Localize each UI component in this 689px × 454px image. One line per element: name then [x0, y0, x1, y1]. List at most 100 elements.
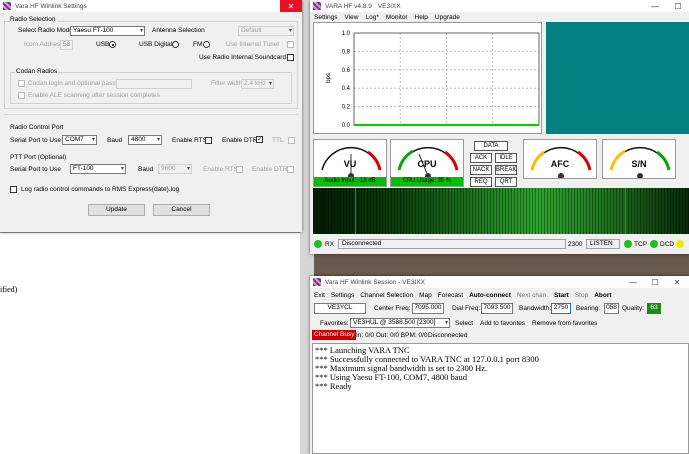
minimize-button[interactable]: — — [644, 0, 666, 12]
icom-address-label: Icom Address — [24, 41, 64, 48]
break-indicator: BREAK — [495, 165, 517, 175]
vara-callsign: VE3IXX — [377, 2, 401, 10]
bearing-input[interactable]: 058 — [604, 303, 619, 314]
select-button[interactable]: Select — [455, 320, 473, 327]
dcd-led — [650, 240, 658, 248]
menu-start[interactable]: Start — [554, 292, 569, 299]
tcp-led — [624, 240, 632, 248]
quality-readout: 63 — [647, 303, 661, 314]
enable-rts-label: Enable RTS — [172, 137, 207, 144]
baud-label: Baud — [107, 137, 123, 144]
serial-port-select[interactable]: COM7 — [62, 135, 97, 145]
enable-dtr-checkbox[interactable] — [256, 135, 263, 143]
ptt-enable-rts-checkbox[interactable] — [236, 166, 243, 173]
connection-state: Disconnected — [338, 239, 566, 249]
update-button[interactable]: Update — [88, 204, 145, 216]
menu-forecast[interactable]: Forecast — [438, 292, 463, 299]
idle-indicator: IDLE — [495, 153, 517, 163]
y-tick-label: 1.0 — [342, 31, 351, 37]
enable-rts-checkbox[interactable] — [205, 137, 212, 144]
ptt-port-label: PTT Port (Optional) — [10, 154, 67, 161]
cpu-label: CPU — [417, 159, 437, 169]
enable-ale-checkbox[interactable] — [18, 92, 25, 99]
app-icon — [313, 2, 321, 10]
center-freq-input[interactable]: 7095.000 — [412, 303, 444, 314]
radio-model-select[interactable]: Yaesu FT-100 — [70, 26, 145, 36]
menu-exit[interactable]: Exit — [314, 292, 325, 299]
cancel-button[interactable]: Cancel — [153, 204, 210, 216]
menu-abort[interactable]: Abort — [594, 292, 611, 299]
antenna-select[interactable]: Default — [238, 26, 294, 36]
ack-indicator: ACK — [470, 153, 492, 163]
menu-monitor[interactable]: Monitor — [386, 14, 408, 21]
menu-log[interactable]: Log* — [365, 14, 378, 21]
usb-radio[interactable] — [109, 41, 116, 48]
menu-view[interactable]: View — [345, 14, 359, 21]
fm-radio[interactable] — [203, 41, 210, 48]
center-freq-label: Center Freq: — [374, 305, 411, 312]
minimize-button[interactable]: — — [622, 276, 644, 288]
waterfall-marker-left — [355, 188, 356, 234]
ptt-enable-rts-label: Enable RTS — [203, 166, 238, 173]
bandwidth-readout: 2300 — [568, 241, 583, 248]
favorites-select[interactable]: VE3HUL @ 3588.500 [2300] — [350, 318, 450, 328]
codan-login-checkbox[interactable] — [18, 80, 25, 87]
dial-freq-label: Dial Freq: — [452, 305, 481, 312]
log-radio-checkbox[interactable] — [10, 186, 17, 193]
settings-window: Vara HF Winlink Settings ✕ Radio Selecti… — [0, 0, 302, 232]
y-tick-label: 0.4 — [342, 86, 351, 92]
enable-ale-label: Enable ALE scanning after session comple… — [28, 92, 160, 99]
throughput-chart: 1.0 0.8 0.6 0.4 0.2 0.0 bps — [313, 22, 542, 134]
radio-control-port-label: Radio Control Port — [10, 124, 64, 131]
internal-soundcard-label: Use Radio Internal Soundcard — [199, 54, 287, 61]
callsign-input[interactable]: VE3YCL — [314, 303, 366, 314]
ptt-serial-port-select[interactable]: FT-100 — [70, 164, 126, 174]
app-icon — [313, 278, 321, 286]
cpu-meter: CPU CPU Usage: 35 % — [390, 139, 464, 187]
ptt-enable-dtr-checkbox[interactable] — [287, 166, 294, 173]
bearing-label: Bearing: — [576, 305, 601, 312]
divider — [4, 114, 298, 115]
bandwidth-input[interactable]: 2750 — [551, 303, 571, 314]
baud-select[interactable]: 4800 — [128, 135, 162, 145]
teal-panel — [546, 22, 689, 134]
vara-menubar: Settings View Log* Monitor Help Upgrade — [310, 12, 689, 22]
log-radio-label: Log radio control commands to RMS Expres… — [21, 186, 180, 193]
enable-dtr-label: Enable DTR — [222, 137, 258, 144]
internal-soundcard-checkbox[interactable] — [287, 54, 294, 61]
session-connection-state: Disconnected — [428, 332, 468, 339]
menu-next-channel[interactable]: Next chan. — [517, 292, 548, 299]
internal-tuner-checkbox[interactable] — [287, 41, 294, 48]
menu-map[interactable]: Map — [419, 292, 432, 299]
menu-stop[interactable]: Stop — [575, 292, 588, 299]
add-favorites-button[interactable]: Add to favorites — [480, 320, 525, 327]
log-line: *** Ready — [315, 381, 352, 391]
usb-digital-radio[interactable] — [172, 41, 179, 48]
ttl-checkbox[interactable] — [288, 137, 295, 144]
close-button[interactable]: ✕ — [280, 0, 302, 12]
channel-busy-badge: Channel Busy — [312, 330, 357, 340]
codan-login-input[interactable] — [116, 79, 192, 89]
menu-auto-connect[interactable]: Auto-connect — [469, 292, 511, 299]
session-menubar: Exit Settings Channel Selection Map Fore… — [310, 290, 689, 300]
y-axis-label: bps — [325, 73, 332, 83]
menu-help[interactable]: Help — [415, 14, 428, 21]
nack-indicator: NACK — [470, 165, 492, 175]
listen-indicator: LISTEN — [586, 239, 620, 249]
bandwidth-label: Bandwidth: — [519, 305, 552, 312]
close-button[interactable]: ✕ — [666, 276, 688, 288]
menu-settings[interactable]: Settings — [331, 292, 355, 299]
remove-favorites-button[interactable]: Remove from favorites — [532, 320, 597, 327]
radio-selection-label: Radio Selection — [9, 16, 57, 23]
usb-label: USB — [96, 41, 110, 48]
menu-settings[interactable]: Settings — [314, 14, 338, 21]
menu-upgrade[interactable]: Upgrade — [435, 14, 460, 21]
filter-width-select[interactable]: 2.4 kHz — [241, 79, 274, 89]
icom-address-input[interactable]: 58 — [60, 40, 73, 50]
maximize-button[interactable]: ☐ — [667, 0, 689, 12]
dial-freq-input[interactable]: 7093.500 — [481, 303, 513, 314]
maximize-button[interactable]: ☐ — [644, 276, 666, 288]
status-bar: RX Disconnected 2300 LISTEN TCP DCD — [310, 237, 689, 251]
ptt-baud-select[interactable]: 9600 — [158, 164, 192, 174]
menu-channel-selection[interactable]: Channel Selection — [360, 292, 413, 299]
